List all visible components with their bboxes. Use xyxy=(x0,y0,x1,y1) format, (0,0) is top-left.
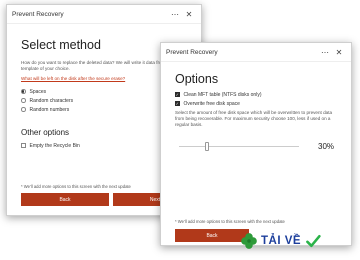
free-space-description: Select the amount of free disk space whi… xyxy=(175,110,333,127)
free-space-percent: 30% xyxy=(318,142,335,151)
radio-label: Random characters xyxy=(29,97,74,104)
watermark-text: TẢI VỀ xyxy=(261,235,302,247)
update-note: * We'll add more options to this screen … xyxy=(21,184,131,189)
page-title: Options xyxy=(175,72,219,86)
checkmark-icon xyxy=(306,234,321,248)
clean-mft-option[interactable]: ✓ Clean MFT table (NTFS disks only) xyxy=(175,90,351,99)
free-space-slider-track[interactable] xyxy=(179,146,299,147)
radio-label: Spaces xyxy=(29,88,47,95)
close-icon[interactable]: ✕ xyxy=(332,48,346,57)
back-button[interactable]: Back xyxy=(175,229,249,242)
checkbox-checked[interactable]: ✓ xyxy=(175,92,180,97)
more-options-icon[interactable]: ⋯ xyxy=(318,48,332,57)
update-note: * We'll add more options to this screen … xyxy=(175,219,285,224)
checkbox-checked[interactable]: ✓ xyxy=(175,101,180,106)
window-titlebar: Prevent Recovery ⋯ ✕ xyxy=(161,43,351,62)
window-title: Prevent Recovery xyxy=(12,10,64,18)
clover-icon xyxy=(241,233,257,249)
close-icon[interactable]: ✕ xyxy=(182,10,196,19)
taive-watermark: TẢI VỀ xyxy=(240,230,352,252)
radio-button[interactable] xyxy=(21,98,26,103)
checkbox-label: Empty the Recycle Bin xyxy=(29,142,80,149)
radio-button[interactable] xyxy=(21,107,26,112)
overwrite-free-space-option[interactable]: ✓ Overwrite free disk space xyxy=(175,99,351,108)
options-window: Prevent Recovery ⋯ ✕ Options ✓ Clean MFT… xyxy=(160,42,352,246)
back-button[interactable]: Back xyxy=(21,193,109,206)
window-titlebar: Prevent Recovery ⋯ ✕ xyxy=(7,5,201,24)
window-title: Prevent Recovery xyxy=(166,48,218,56)
free-space-slider-handle[interactable] xyxy=(205,142,209,151)
options-checklist: ✓ Clean MFT table (NTFS disks only) ✓ Ov… xyxy=(161,90,351,108)
radio-button-selected[interactable] xyxy=(21,89,26,94)
checkbox[interactable] xyxy=(21,143,26,148)
radio-label: Random numbers xyxy=(29,106,70,113)
checkbox-label: Clean MFT table (NTFS disks only) xyxy=(183,91,262,98)
more-options-icon[interactable]: ⋯ xyxy=(168,10,182,19)
checkbox-label: Overwrite free disk space xyxy=(183,100,240,107)
